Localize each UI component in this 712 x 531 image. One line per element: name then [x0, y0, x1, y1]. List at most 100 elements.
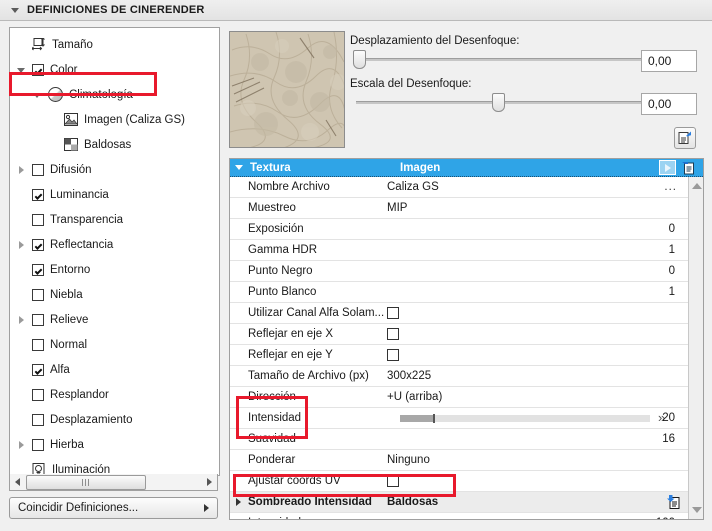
tree-item-difusi-n[interactable]: Difusión — [10, 157, 219, 182]
table-cell-checkbox[interactable] — [387, 475, 399, 487]
match-definitions-button[interactable]: Coincidir Definiciones... — [9, 497, 218, 519]
tree-item-checkbox[interactable] — [32, 438, 44, 451]
list-document-icon[interactable] — [680, 160, 697, 175]
table-row[interactable]: Ajustar coords UV — [230, 471, 703, 492]
tree-item-hierba[interactable]: Hierba — [10, 432, 219, 457]
table-row[interactable]: Utilizar Canal Alfa Solam... — [230, 303, 703, 324]
table-row[interactable]: Gamma HDR 1 — [230, 240, 703, 261]
table-row[interactable]: Reflejar en eje X — [230, 324, 703, 345]
hscroll-thumb[interactable] — [26, 474, 146, 490]
slider-knob[interactable] — [353, 50, 366, 69]
table-row[interactable]: Exposición 0 — [230, 219, 703, 240]
tree-item-checkbox[interactable] — [32, 313, 44, 326]
arrow-right-icon[interactable] — [202, 475, 217, 490]
blur-offset-slider[interactable] — [350, 50, 654, 69]
table-cell-number[interactable]: 100 — [656, 517, 675, 519]
table-row[interactable]: Dirección +U (arriba) — [230, 387, 703, 408]
tree-item-label: Niebla — [50, 288, 83, 301]
triangle-right-icon[interactable] — [236, 498, 241, 506]
scroll-up-icon[interactable] — [692, 183, 702, 189]
table-cell-number[interactable]: 1 — [669, 244, 675, 256]
triangle-right-icon[interactable] — [16, 439, 27, 450]
triangle-right-icon[interactable] — [16, 239, 27, 250]
tree-item-checkbox[interactable] — [32, 388, 44, 401]
tree-item-checkbox[interactable] — [32, 363, 44, 376]
tree-item-reflectancia[interactable]: Reflectancia — [10, 232, 219, 257]
tree-item-luminancia[interactable]: Luminancia — [10, 182, 219, 207]
tree-item-climatolog-a[interactable]: Climatología — [10, 82, 219, 107]
table-cell-slider[interactable] — [400, 414, 650, 423]
table-cell-number[interactable]: 16 — [662, 433, 675, 445]
table-vertical-scrollbar[interactable] — [688, 177, 703, 519]
table-row[interactable]: Muestreo MIP — [230, 198, 703, 219]
table-cell-number[interactable]: 1 — [669, 286, 675, 298]
slider-tick — [432, 414, 435, 423]
panel-titlebar[interactable]: DEFINICIONES DE CINERENDER — [0, 0, 712, 21]
table-row[interactable]: Reflejar en eje Y — [230, 345, 703, 366]
table-cell-value — [387, 475, 505, 487]
tree-item-relieve[interactable]: Relieve — [10, 307, 219, 332]
table-row[interactable]: Suavidad 16 — [230, 429, 703, 450]
tree-item-niebla[interactable]: Niebla — [10, 282, 219, 307]
table-cell-name: Intensidad — [230, 517, 387, 519]
slider-knob[interactable] — [492, 93, 505, 112]
triangle-right-icon[interactable] — [16, 314, 27, 325]
blur-scale-slider[interactable] — [350, 93, 654, 112]
tree-item-tama-o[interactable]: Tamaño — [10, 32, 219, 57]
blur-offset-value-text: 0,00 — [648, 54, 672, 68]
texture-thumbnail[interactable] — [229, 31, 345, 148]
table-cell-number[interactable]: 0 — [669, 223, 675, 235]
blur-scale-value[interactable]: 0,00 — [641, 93, 697, 115]
scroll-down-icon[interactable] — [692, 507, 702, 513]
chevron-down-icon[interactable] — [11, 7, 19, 13]
triangle-down-icon[interactable] — [32, 89, 43, 100]
play-icon[interactable] — [659, 160, 676, 175]
table-row[interactable]: Punto Blanco 1 — [230, 282, 703, 303]
tree-item-checkbox[interactable] — [32, 188, 44, 201]
import-document-icon[interactable] — [666, 495, 681, 512]
table-row[interactable]: Sombreado Intensidad Baldosas — [230, 492, 703, 513]
table-cell-checkbox[interactable] — [387, 349, 399, 361]
table-row[interactable]: Intensidad» 20 — [230, 408, 703, 429]
export-document-icon[interactable] — [674, 127, 696, 149]
table-cell-browse-button[interactable]: ... — [664, 181, 677, 193]
chevron-down-icon[interactable] — [235, 165, 243, 170]
table-row[interactable]: Intensidad 100 — [230, 513, 703, 519]
tree-item-entorno[interactable]: Entorno — [10, 257, 219, 282]
channel-tree[interactable]: Tamaño Color Climatología Imagen (Caliza GS… — [9, 27, 220, 476]
table-header-row[interactable]: Textura Imagen — [230, 159, 703, 177]
texture-parameter-table[interactable]: Textura Imagen Nombre Archivo Caliza GS..… — [229, 158, 704, 520]
table-row[interactable]: Tamaño de Archivo (px) 300x225 — [230, 366, 703, 387]
tree-item-baldosas[interactable]: Baldosas — [10, 132, 219, 157]
triangle-down-icon[interactable] — [16, 64, 27, 75]
tree-horizontal-scrollbar[interactable] — [9, 474, 218, 491]
tree-item-alfa[interactable]: Alfa — [10, 357, 219, 382]
tree-item-checkbox[interactable] — [32, 63, 44, 76]
table-cell-number[interactable]: 20 — [662, 412, 675, 424]
tree-item-transparencia[interactable]: Transparencia — [10, 207, 219, 232]
tree-item-desplazamiento[interactable]: Desplazamiento — [10, 407, 219, 432]
tree-item-checkbox[interactable] — [32, 238, 44, 251]
caret-right-icon — [204, 504, 209, 512]
tree-item-normal[interactable]: Normal — [10, 332, 219, 357]
table-cell-name: Punto Negro — [248, 265, 313, 277]
table-row[interactable]: Ponderar Ninguno — [230, 450, 703, 471]
table-row[interactable]: Nombre Archivo Caliza GS... — [230, 177, 703, 198]
tree-item-color[interactable]: Color — [10, 57, 219, 82]
tree-item-resplandor[interactable]: Resplandor — [10, 382, 219, 407]
tree-item-checkbox[interactable] — [32, 288, 44, 301]
table-cell-checkbox[interactable] — [387, 328, 399, 340]
table-cell-number[interactable]: 0 — [669, 265, 675, 277]
triangle-right-icon[interactable] — [16, 164, 27, 175]
blur-offset-value[interactable]: 0,00 — [641, 50, 697, 72]
tree-item-checkbox[interactable] — [32, 338, 44, 351]
table-cell-checkbox[interactable] — [387, 307, 399, 319]
twisty-spacer — [16, 214, 27, 225]
tree-item-imagen-caliza-gs[interactable]: Imagen (Caliza GS) — [10, 107, 219, 132]
tree-item-checkbox[interactable] — [32, 263, 44, 276]
tree-item-checkbox[interactable] — [32, 413, 44, 426]
arrow-left-icon[interactable] — [10, 475, 25, 490]
tree-item-checkbox[interactable] — [32, 163, 44, 176]
tree-item-checkbox[interactable] — [32, 213, 44, 226]
table-row[interactable]: Punto Negro 0 — [230, 261, 703, 282]
